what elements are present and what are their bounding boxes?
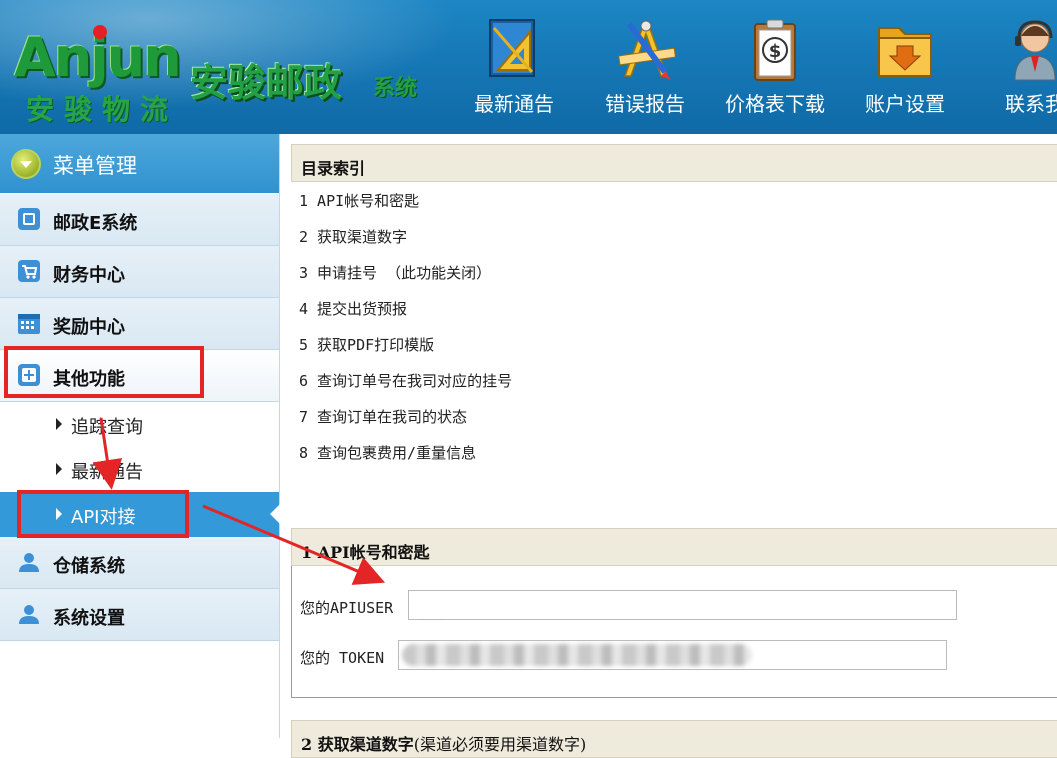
nav-label: 联系我 <box>1005 92 1057 116</box>
window-icon <box>18 208 40 230</box>
sidebar-item-system-settings[interactable]: 系统设置 <box>0 589 279 641</box>
sidebar-item-label: 奖励中心 <box>53 317 125 338</box>
sidebar-item-finance[interactable]: 财务中心 <box>0 246 279 298</box>
drafting-tools-icon <box>618 20 676 80</box>
caret-right-icon <box>56 418 62 430</box>
support-agent-icon <box>1014 20 1056 81</box>
toc-title: 目录索引 <box>301 159 366 178</box>
sidebar-item-postal-e-system[interactable]: 邮政E系统 <box>0 194 279 246</box>
sidebar-subitem-label: 追踪查询 <box>71 417 143 438</box>
sidebar-menu-header[interactable]: 菜单管理 <box>0 134 279 193</box>
system-title-suffix: 系统 <box>373 76 418 101</box>
toc-link[interactable]: 8 查询包裹费用/重量信息 <box>299 442 476 463</box>
sidebar: 菜单管理 邮政E系统 财务中心 奖励中心 其他功能 追踪查询 最新通告 API对… <box>0 134 280 738</box>
toc-header: 目录索引 <box>291 144 1057 182</box>
active-notch <box>270 504 280 524</box>
system-title: 安骏邮政 <box>190 61 343 105</box>
apiuser-field[interactable] <box>408 590 957 620</box>
cart-icon <box>18 260 40 282</box>
toc-link[interactable]: 7 查询订单在我司的状态 <box>299 406 467 427</box>
section-title: 2 获取渠道数字(渠道必须要用渠道数字) <box>301 731 586 755</box>
section-channel-header: 2 获取渠道数字(渠道必须要用渠道数字) <box>291 720 1057 758</box>
toc-link[interactable]: 4 提交出货预报 <box>299 298 407 319</box>
sidebar-subitem-latest-notice[interactable]: 最新通告 <box>0 447 279 492</box>
nav-label: 错误报告 <box>605 92 685 116</box>
logo-red-dot <box>93 25 107 39</box>
token-label: 您的 TOKEN <box>300 649 385 667</box>
main-content: 目录索引 1 API帐号和密匙 2 获取渠道数字 3 申请挂号 （此功能关闭） … <box>291 134 1057 758</box>
caret-right-icon <box>56 463 62 475</box>
api-account-box <box>291 562 1057 698</box>
nav-label: 最新通告 <box>474 92 554 116</box>
sidebar-item-label: 仓储系统 <box>53 556 125 577</box>
logo-chinese: 安骏物流 <box>26 93 179 126</box>
nav-label: 账户设置 <box>865 92 945 116</box>
sidebar-subitem-tracking[interactable]: 追踪查询 <box>0 402 279 447</box>
user-icon <box>19 605 39 624</box>
nav-price-download[interactable]: $ 价格表下载 <box>720 14 830 120</box>
section-api-account-header: 1 API帐号和密匙 <box>291 528 1057 566</box>
sidebar-item-label: 系统设置 <box>53 608 125 629</box>
toc-link[interactable]: 6 查询订单号在我司对应的挂号 <box>299 370 512 391</box>
section-title: 1 API帐号和密匙 <box>301 543 430 562</box>
sidebar-menu-title: 菜单管理 <box>53 154 137 178</box>
toc-link[interactable]: 1 API帐号和密匙 <box>299 190 419 211</box>
toc-link[interactable]: 2 获取渠道数字 <box>299 226 407 247</box>
sidebar-item-rewards[interactable]: 奖励中心 <box>0 298 279 350</box>
header-banner: Anjun 安骏物流 安骏邮政 系统 最新通告 错误报告 $ 价格表下载 账户设… <box>0 0 1057 134</box>
redacted-value <box>402 644 752 666</box>
annotation-highlight-other-functions <box>4 346 204 398</box>
sidebar-item-label: 邮政E系统 <box>53 213 138 234</box>
nav-label: 价格表下载 <box>725 92 825 116</box>
sidebar-item-warehouse[interactable]: 仓储系统 <box>0 537 279 589</box>
nav-error-report[interactable]: 错误报告 <box>590 14 700 120</box>
nav-account-settings[interactable]: 账户设置 <box>850 14 960 120</box>
nav-latest-notice[interactable]: 最新通告 <box>459 14 569 120</box>
user-icon <box>19 553 39 572</box>
sidebar-item-label: 财务中心 <box>53 265 125 286</box>
triangle-ruler-icon <box>489 19 535 77</box>
calendar-icon <box>18 314 40 334</box>
apiuser-label: 您的APIUSER <box>300 599 394 617</box>
annotation-highlight-api <box>17 490 189 538</box>
toc-link[interactable]: 5 获取PDF打印模版 <box>299 334 434 355</box>
nav-contact[interactable]: 联系我 <box>980 14 1057 120</box>
price-clipboard-icon: $ <box>754 19 796 81</box>
svg-text:$: $ <box>769 41 782 62</box>
sidebar-subitem-label: 最新通告 <box>71 462 143 483</box>
toc-link[interactable]: 3 申请挂号 （此功能关闭） <box>299 262 491 283</box>
folder-download-icon <box>878 27 932 77</box>
chevron-down-circle-icon <box>11 149 41 179</box>
